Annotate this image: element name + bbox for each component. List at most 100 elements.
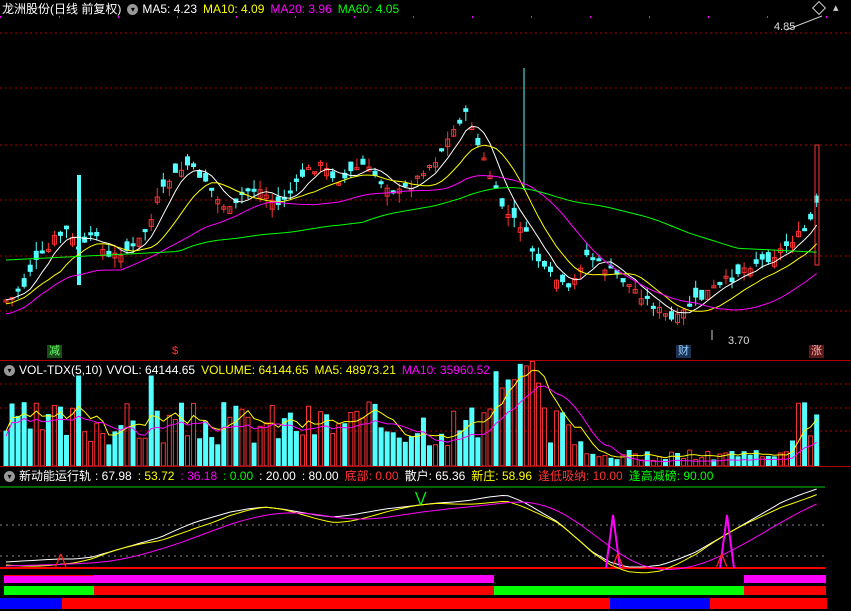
candle (15, 288, 21, 292)
volume-bar (299, 434, 305, 467)
candle (596, 258, 602, 262)
indicator-label-4: : 20.00 (259, 469, 296, 483)
volume-bar (541, 407, 547, 467)
volume-bar (354, 410, 360, 467)
candle (185, 156, 190, 166)
volume-label-2: MA5: 48973.21 (314, 363, 396, 377)
volume-bar (45, 414, 51, 467)
settings-icon[interactable]: ▾ (4, 471, 15, 483)
event-badge-rise[interactable]: 涨 (809, 345, 824, 358)
candle (699, 289, 705, 300)
volume-bar (669, 451, 674, 467)
ma-label-0: MA5: 4.23 (142, 2, 198, 16)
volume-bar (172, 419, 178, 467)
indicator-label-1: : 53.72 (137, 469, 175, 483)
volume-bar (433, 444, 439, 467)
volume-bar (82, 431, 88, 467)
volume-bar (269, 404, 275, 467)
volume-bar (148, 375, 154, 467)
volume-bar (360, 417, 366, 467)
event-badge-reduce[interactable]: 减 (47, 345, 62, 358)
volume-bar (209, 437, 215, 467)
volume-bar (390, 432, 396, 467)
volume-bar (324, 414, 330, 467)
signal-strip (744, 575, 826, 583)
chevron-up-icon[interactable]: ▴ (833, 1, 839, 14)
volume-bar (451, 410, 457, 467)
volume-bar (499, 387, 505, 467)
volume-bar (263, 422, 269, 467)
volume-bar (523, 365, 529, 467)
volume-label-1: VOLUME: 64144.65 (201, 363, 309, 377)
indicator-header: ▾ 新动能运行轨: 67.98: 53.72: 36.18: 0.00: 20.0… (0, 467, 851, 485)
volume-bar (578, 441, 584, 467)
volume-bar (511, 379, 517, 467)
volume-bar (699, 457, 705, 467)
indicator-label-7: 散户: 65.36 (404, 469, 466, 483)
ma-label-3: MA60: 4.05 (337, 2, 400, 16)
volume-bar (154, 410, 160, 467)
volume-bar (814, 414, 820, 467)
volume-bar (287, 412, 293, 467)
signal-strip (4, 586, 94, 595)
settings-icon[interactable]: ▾ (127, 4, 139, 16)
indicator-title: 新动能运行轨 (19, 469, 92, 483)
volume-bar (233, 405, 239, 467)
price-panel[interactable]: 龙洲股份(日线 前复权) ▾ MA5: 4.23 MA10: 4.09 MA20: 3.… (0, 0, 851, 361)
candle (287, 190, 293, 194)
event-badge-dollar[interactable]: $ (170, 345, 181, 358)
candle (463, 108, 469, 112)
settings-icon[interactable]: ▾ (4, 365, 15, 377)
volume-bar (590, 453, 596, 467)
volume-bar (251, 442, 257, 467)
candle (765, 252, 771, 263)
indicator-panel[interactable]: ⋀ ⋀ ⋀ ⋁ ▾ 新动能运行轨: 67.98: 53.72: 36.18: 0.00:… (0, 467, 851, 611)
candle (245, 188, 251, 192)
volume-label-0: VVOL: 64144.65 (106, 363, 196, 377)
candle (753, 259, 759, 264)
price-chart[interactable] (0, 0, 851, 361)
volume-bar (675, 452, 681, 467)
volume-bar (584, 453, 590, 467)
volume-bar (602, 455, 608, 467)
buy-arrow-3: ⋀ (715, 552, 728, 568)
candle (693, 287, 699, 298)
volume-panel[interactable]: ▾ VOL-TDX(5,10) VVOL: 64144.65 VOLUME: 6414… (0, 361, 851, 467)
indicator-white-line (5, 488, 817, 568)
volume-bar (681, 457, 687, 467)
volume-bar (705, 450, 711, 467)
candle (348, 161, 354, 172)
volume-bar (759, 456, 765, 467)
candle (566, 283, 572, 288)
indicator-chart[interactable]: ⋀ ⋀ ⋀ ⋁ (0, 467, 851, 611)
volume-bar (572, 444, 578, 467)
candle (191, 163, 197, 168)
event-badge-finance[interactable]: 财 (676, 345, 691, 358)
volume-bar (747, 454, 753, 467)
candle-tall (77, 175, 81, 285)
indicator-yellow-line (5, 494, 817, 574)
indicator-label-9: 逢低吸纳: 10.00 (538, 469, 623, 483)
volume-bar (687, 449, 693, 467)
signal-strip (710, 598, 827, 609)
ma-label-1: MA10: 4.09 (203, 2, 265, 16)
indicator-label-0: : 67.98 (95, 469, 132, 483)
signal-strip (62, 598, 610, 609)
candle (94, 231, 100, 237)
volume-bar (469, 407, 475, 467)
volume-bar (185, 435, 190, 467)
volume-bar (318, 411, 324, 467)
candle (275, 196, 281, 206)
volume-bar (94, 422, 100, 467)
indicator-labels: : 67.98: 53.72: 36.18: 0.00: 20.00: 80.0… (95, 467, 719, 485)
volume-bar (293, 431, 299, 467)
volume-bar (608, 457, 614, 467)
volume-bar (27, 428, 33, 467)
volume-bar (457, 430, 463, 467)
volume-title: VOL-TDX(5,10) (19, 363, 103, 377)
indicator-label-6: 底部: 0.00 (344, 469, 399, 483)
price-header: 龙洲股份(日线 前复权) ▾ MA5: 4.23 MA10: 4.09 MA20: 3.… (0, 0, 851, 18)
volume-bar (475, 437, 481, 467)
signal-strip-edge (4, 575, 94, 576)
candle (729, 277, 735, 283)
